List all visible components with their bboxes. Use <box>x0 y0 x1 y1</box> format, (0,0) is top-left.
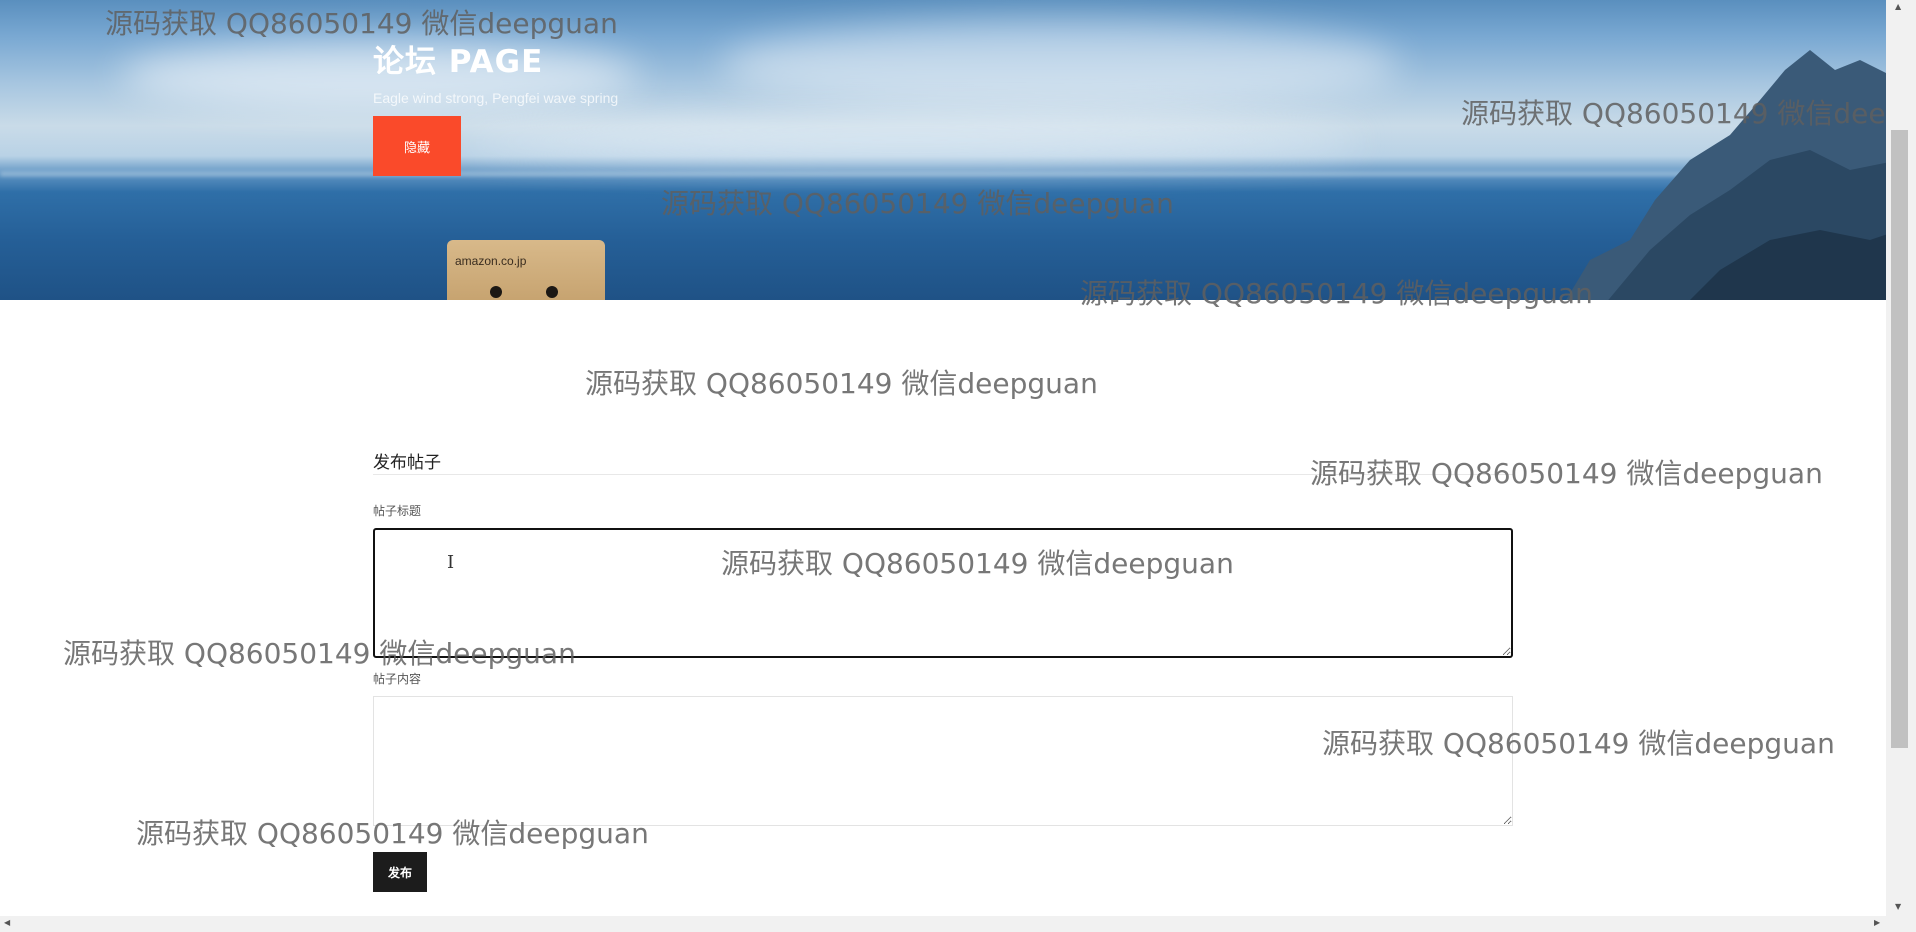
hero-banner: amazon.co.jp 论坛 PAGE Eagle wind strong, … <box>0 0 1886 300</box>
box-eye <box>546 286 558 298</box>
arrow-down-icon[interactable]: ▼ <box>1895 902 1901 911</box>
cloud <box>460 120 1360 160</box>
page-title: 论坛 PAGE <box>373 44 544 80</box>
post-title-input[interactable] <box>373 528 1513 658</box>
page: amazon.co.jp 论坛 PAGE Eagle wind strong, … <box>0 0 1916 932</box>
publish-button[interactable]: 发布 <box>373 852 427 892</box>
post-content-input[interactable] <box>373 696 1513 826</box>
box-logo: amazon.co.jp <box>455 254 527 268</box>
horizontal-scrollbar[interactable]: ◀ ▶ <box>0 916 1916 932</box>
divider <box>373 474 1513 475</box>
page-subtitle: Eagle wind strong, Pengfei wave spring <box>373 90 619 106</box>
hide-button[interactable]: 隐藏 <box>373 116 461 176</box>
cardboard-box-figure: amazon.co.jp <box>447 240 605 300</box>
watermark: 源码获取 QQ86050149 微信deepguan <box>585 367 1098 400</box>
vertical-scrollbar[interactable]: ▲ ▼ <box>1886 0 1916 916</box>
cloud <box>720 20 1400 110</box>
box-eye <box>490 286 502 298</box>
arrow-up-icon[interactable]: ▲ <box>1895 2 1901 11</box>
scrollbar-thumb[interactable] <box>1891 130 1908 748</box>
post-content-label: 帖子内容 <box>373 672 422 686</box>
cliff-image <box>1566 50 1886 300</box>
arrow-right-icon[interactable]: ▶ <box>1874 918 1880 927</box>
arrow-left-icon[interactable]: ◀ <box>4 918 10 927</box>
post-title-label: 帖子标题 <box>373 504 422 518</box>
watermark: 源码获取 QQ86050149 微信deepguan <box>1310 457 1823 490</box>
form-heading: 发布帖子 <box>373 453 441 473</box>
